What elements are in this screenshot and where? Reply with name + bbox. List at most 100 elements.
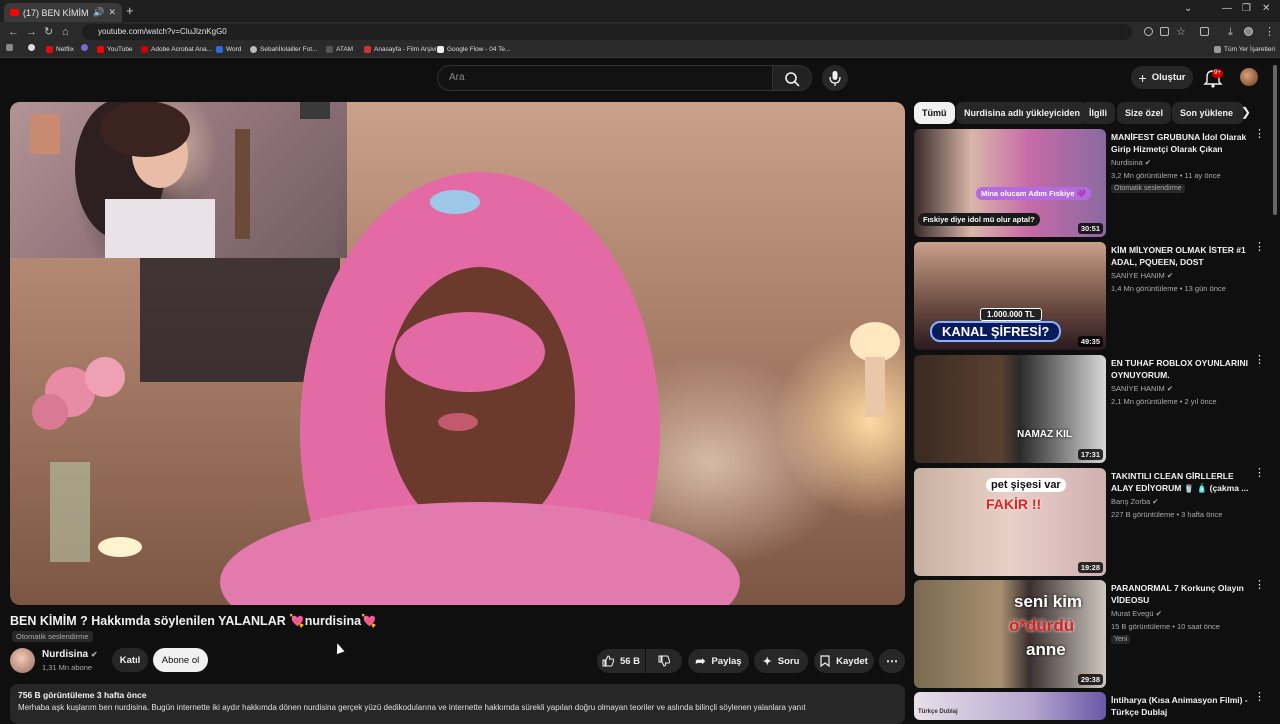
rec-item[interactable]: seni kim ö*dürdü anne 29:38 PARANORMAL 7… xyxy=(914,580,1265,688)
video-player[interactable] xyxy=(10,102,905,605)
rec-title[interactable]: TAKINTILI CLEAN GİRLLERLE ALAY EDİYORUM … xyxy=(1111,470,1249,494)
cast-icon[interactable] xyxy=(1160,27,1169,36)
dislike-button[interactable] xyxy=(646,649,682,673)
chip-all[interactable]: Tümü xyxy=(914,102,955,124)
share-button[interactable]: ➦ Paylaş xyxy=(688,649,749,673)
rec-more-icon[interactable]: ⋮ xyxy=(1254,468,1265,479)
bookmark-netflix[interactable]: Netflix xyxy=(46,44,74,55)
browser-tabbar: (17) BEN KİMİM ? Hakkımd 🔊 ✕ + ⌄ — ❐ ✕ xyxy=(0,0,1280,22)
notification-count-badge: 9+ xyxy=(1212,69,1223,78)
rec-item[interactable]: Türkçe Dublaj İntiharya (Kısa Animasyon … xyxy=(914,692,1265,720)
download-icon[interactable]: ⤓ xyxy=(1228,25,1233,39)
plus-icon: + xyxy=(1138,69,1147,86)
bookmark-atam[interactable]: ATAM xyxy=(326,44,353,55)
rec-channel[interactable]: Nurdisina ✔ xyxy=(1111,158,1151,167)
extensions-icon[interactable] xyxy=(1200,27,1209,36)
description-text: Merhaba aşk kuşlarım ben nurdisina. Bugü… xyxy=(18,703,806,712)
rec-more-icon[interactable]: ⋮ xyxy=(1254,242,1265,253)
bookmark-google-flow[interactable]: Google Flow - 04 Te... xyxy=(437,44,510,55)
rec-channel[interactable]: Barış Zorba ✔ xyxy=(1111,497,1159,506)
scrollbar-thumb[interactable] xyxy=(1273,65,1277,215)
zoom-icon[interactable] xyxy=(1144,27,1153,36)
rec-thumbnail[interactable]: pet şişesi var FAKİR !! 19:28 xyxy=(914,468,1106,576)
more-actions-button[interactable]: ⋯ xyxy=(879,649,905,673)
rec-channel[interactable]: SANİYE HANIM ✔ xyxy=(1111,271,1173,280)
tab-audio-icon[interactable]: 🔊 xyxy=(93,7,104,18)
create-label: Oluştur xyxy=(1151,72,1186,83)
rec-item[interactable]: pet şişesi var FAKİR !! 19:28 TAKINTILI … xyxy=(914,468,1265,576)
rec-title[interactable]: KİM MİLYONER OLMAK İSTER #1 ADAL, PQUEEN… xyxy=(1111,244,1249,268)
like-button[interactable]: 56 B xyxy=(597,649,645,673)
bookmark-youtube[interactable]: YouTube xyxy=(97,44,133,55)
new-tab-button[interactable]: + xyxy=(126,3,134,19)
rec-thumbnail[interactable]: Türkçe Dublaj xyxy=(914,692,1106,720)
ask-button[interactable]: ✦ Soru xyxy=(754,649,808,673)
rec-meta: 15 B görüntüleme • 10 saat önce xyxy=(1111,622,1220,631)
rec-meta: 227 B görüntüleme • 3 hafta önce xyxy=(1111,510,1223,519)
bookmark-youtube-icon[interactable] xyxy=(81,44,88,51)
all-bookmarks[interactable]: Tüm Yer İşaretleri xyxy=(1214,44,1275,55)
bookmark-fotograf[interactable]: Sebahİlolailler Fot... xyxy=(250,44,317,55)
chip-for-you[interactable]: Size özel xyxy=(1117,102,1172,124)
rec-title[interactable]: MANİFEST GRUBUNA İdol Olarak Girip Hizme… xyxy=(1111,131,1249,155)
rec-more-icon[interactable]: ⋮ xyxy=(1254,692,1265,703)
subscribe-button[interactable]: Abone ol xyxy=(153,648,208,672)
save-button[interactable]: Kaydet xyxy=(814,649,874,673)
rec-title[interactable]: PARANORMAL 7 Korkunç Olayın VİDEOSU xyxy=(1111,582,1249,606)
reload-icon[interactable]: ↻ xyxy=(44,25,53,39)
rec-item[interactable]: NAMAZ KIL 17:31 EN TUHAF ROBLOX OYUNLARI… xyxy=(914,355,1265,463)
bookmark-chrome-icon[interactable] xyxy=(28,44,35,51)
browser-menu-icon[interactable]: ⋮ xyxy=(1264,25,1275,39)
rec-title[interactable]: İntiharya (Kısa Animasyon Filmi) - Türkç… xyxy=(1111,694,1249,718)
close-window-button[interactable]: ✕ xyxy=(1262,3,1270,14)
search-icon xyxy=(785,72,800,87)
subscriber-count: 1,31 Mn abone xyxy=(42,663,93,672)
chip-uploader[interactable]: Nurdisina adlı yükleyiciden xyxy=(956,102,1089,124)
bookmark-film-arsivi[interactable]: Anasayfa - Film Arşivi xyxy=(364,44,437,55)
browser-tab[interactable]: (17) BEN KİMİM ? Hakkımd 🔊 ✕ xyxy=(4,3,122,22)
tab-search-icon[interactable]: ⌄ xyxy=(1184,3,1192,14)
channel-name[interactable]: Nurdisina ✔ xyxy=(42,649,98,660)
join-button[interactable]: Katıl xyxy=(112,648,148,672)
back-icon[interactable]: ← xyxy=(8,25,19,39)
voice-search-button[interactable] xyxy=(822,65,848,91)
address-bar[interactable]: youtube.com/watch?v=CluJlznKgG0 xyxy=(82,24,1132,40)
microphone-icon xyxy=(829,71,841,86)
account-avatar[interactable] xyxy=(1240,68,1258,86)
rec-item[interactable]: Mina olucam Adım Fıskiye 💜 Fıskiye diye … xyxy=(914,129,1265,237)
channel-avatar[interactable] xyxy=(10,648,35,673)
rec-more-icon[interactable]: ⋮ xyxy=(1254,355,1265,366)
rec-more-icon[interactable]: ⋮ xyxy=(1254,580,1265,591)
bookmark-star-icon[interactable]: ☆ xyxy=(1176,25,1186,39)
auto-dub-badge: Otomatik seslendirme xyxy=(12,631,93,642)
thumb-overlay-text: anne xyxy=(1026,640,1066,659)
create-button[interactable]: + Oluştur xyxy=(1131,66,1193,89)
tab-title: (17) BEN KİMİM ? Hakkımd xyxy=(23,7,89,18)
rec-thumbnail[interactable]: seni kim ö*dürdü anne 29:38 xyxy=(914,580,1106,688)
rec-item[interactable]: 1.000.000 TL KANAL ŞİFRESİ? 49:35 KİM Mİ… xyxy=(914,242,1265,350)
verified-icon: ✔ xyxy=(1152,497,1159,506)
chevron-right-icon[interactable]: ❯ xyxy=(1241,105,1251,119)
search-input[interactable]: Ara xyxy=(437,65,773,91)
rec-channel[interactable]: Murat Evegü ✔ xyxy=(1111,609,1162,618)
chip-related[interactable]: İlgili xyxy=(1081,102,1115,124)
minimize-button[interactable]: — xyxy=(1222,3,1232,14)
search-button[interactable] xyxy=(772,65,812,91)
forward-icon[interactable]: → xyxy=(26,25,37,39)
rec-channel[interactable]: SANİYE HANIM ✔ xyxy=(1111,384,1173,393)
apps-icon[interactable] xyxy=(6,44,13,51)
rec-thumbnail[interactable]: Mina olucam Adım Fıskiye 💜 Fıskiye diye … xyxy=(914,129,1106,237)
rec-thumbnail[interactable]: 1.000.000 TL KANAL ŞİFRESİ? 49:35 xyxy=(914,242,1106,350)
bookmark-adobe[interactable]: Adobe Acrobat Ana... xyxy=(141,44,212,55)
description-box[interactable]: 756 B görüntüleme 3 hafta önce Merhaba a… xyxy=(10,684,905,724)
tab-close-icon[interactable]: ✕ xyxy=(108,7,116,18)
rec-thumbnail[interactable]: NAMAZ KIL 17:31 xyxy=(914,355,1106,463)
rec-title[interactable]: EN TUHAF ROBLOX OYUNLARINI OYNUYORUM. xyxy=(1111,357,1249,381)
chip-recent[interactable]: Son yüklene xyxy=(1172,102,1244,124)
rec-meta: 1,4 Mn görüntüleme • 13 gün önce xyxy=(1111,284,1226,293)
profile-icon[interactable] xyxy=(1244,27,1253,36)
rec-more-icon[interactable]: ⋮ xyxy=(1254,129,1265,140)
maximize-button[interactable]: ❐ xyxy=(1242,3,1251,14)
bookmark-word[interactable]: Word xyxy=(216,44,241,55)
home-icon[interactable]: ⌂ xyxy=(62,25,69,39)
